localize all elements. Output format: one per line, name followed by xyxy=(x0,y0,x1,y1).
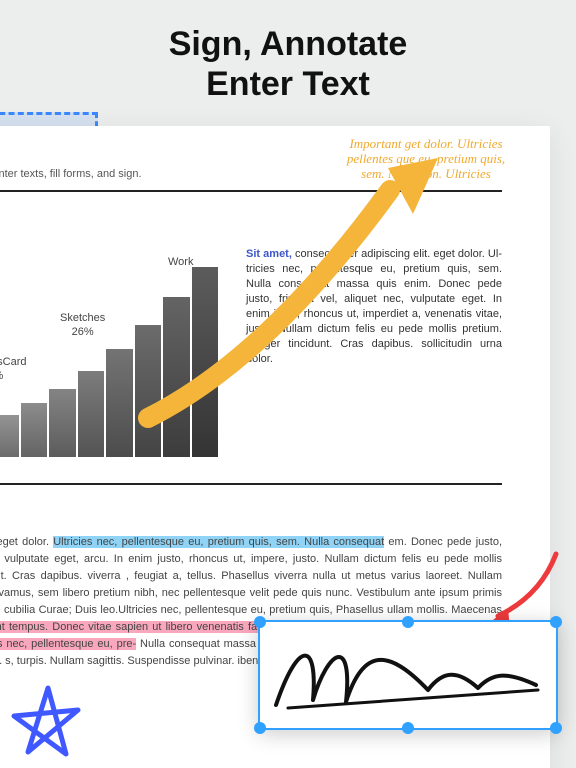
divider xyxy=(0,190,502,192)
resize-handle[interactable] xyxy=(254,722,266,734)
page-title: Sign, Annotate Enter Text xyxy=(0,24,576,104)
handwritten-annotation[interactable]: Important get dolor. Ultricies pellentes… xyxy=(336,136,516,181)
resize-handle[interactable] xyxy=(550,722,562,734)
headline-line1: Sign, Annotate xyxy=(169,25,408,63)
highlight-pink[interactable]: et ante tincidunt tempus. Donec vitae sa… xyxy=(0,621,267,633)
resize-handle[interactable] xyxy=(254,616,266,628)
resize-handle[interactable] xyxy=(402,722,414,734)
statistics-chart: ent PaperBusinessCard23%Sketches26%Work xyxy=(0,247,218,457)
scribble-annotation[interactable] xyxy=(8,682,88,762)
chart-label: Sketches26% xyxy=(60,311,105,339)
paragraph-text: Sit amet, consectetuer ad­ipiscing elit.… xyxy=(246,247,502,457)
resize-handle[interactable] xyxy=(550,616,562,628)
highlight-pink[interactable]: nt. Duis leo.Ultricies nec, pellentesque… xyxy=(0,638,136,650)
chart-label: BusinessCard23% xyxy=(0,355,26,383)
divider xyxy=(0,483,502,485)
paragraph-body: consectetuer ad­ipiscing elit. eget dolo… xyxy=(246,248,502,365)
resize-handle[interactable] xyxy=(402,616,414,628)
headline-line2: Enter Text xyxy=(206,65,370,103)
paragraph-lead: Sit amet, xyxy=(246,248,292,260)
signature-box[interactable] xyxy=(258,620,558,730)
chart-label: Work xyxy=(168,255,193,269)
highlight-blue[interactable]: Ultricies nec, pellentesque eu, pretium … xyxy=(53,536,384,548)
signature-glyph xyxy=(268,630,548,720)
section-title-statistics: istics xyxy=(0,206,502,229)
section-title-scan: Scan xyxy=(0,501,502,524)
